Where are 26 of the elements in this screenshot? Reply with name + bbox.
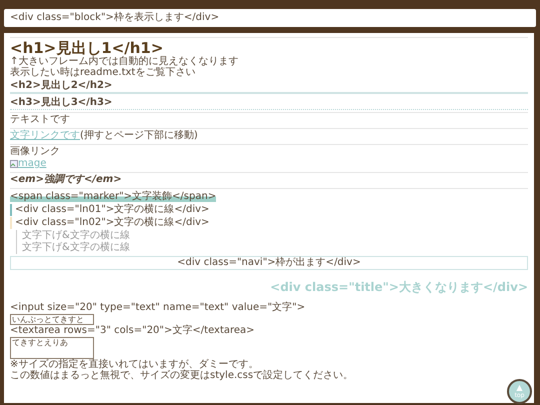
- ln01-text: <div class="ln01">文字の横に線</div>: [10, 204, 528, 216]
- navi-box: <div class="navi">枠が出ます</div>: [10, 256, 528, 270]
- heading-1: <h1>見出し1</h1>: [10, 40, 164, 56]
- image-alt-link[interactable]: mage: [18, 158, 46, 170]
- heading-3: <h3>見出し3</h3>: [10, 96, 528, 110]
- up-arrow-icon: ▲: [516, 384, 523, 392]
- indented-text: 文字下げ&文字の横に線: [22, 242, 131, 254]
- input-code-text: <input size="20" type="text" name="text" value="文字">: [10, 302, 306, 314]
- body-text: テキストです: [10, 114, 71, 126]
- emphasis-text: <em>強調です</em>: [10, 174, 123, 186]
- note-text: 表示したい時はreadme.txtをご覧下さい: [10, 67, 196, 78]
- ln02-text: <div class="ln02">文字の横に線</div>: [10, 217, 528, 229]
- link-note: (押すとページ下部に移動): [80, 130, 198, 142]
- text-link[interactable]: 文字リンクです: [10, 130, 80, 142]
- large-title: <div class="title">大きくなります</div>: [269, 280, 528, 294]
- textarea-code-text: <textarea rows="3" cols="20">文字</textarea>: [10, 325, 256, 337]
- heading-2: <h2>見出し2</h2>: [10, 79, 528, 94]
- text-input-field[interactable]: いんぷっとてきすと: [10, 314, 94, 325]
- note-text: この数値はまるっと無視で、サイズの変更はstyle.cssで設定してください。: [10, 370, 354, 381]
- image-link-label: 画像リンク: [10, 146, 61, 158]
- indented-text: 文字下げ&文字の横に線: [22, 230, 131, 242]
- note-text: ↑大きいフレーム内では自動的に見えなくなります: [10, 56, 240, 67]
- text-area-field[interactable]: てきすとえりあ: [10, 337, 94, 359]
- block-text: <div class="block">枠を表示します</div>: [4, 9, 536, 27]
- note-text: ※サイズの指定を直接いれてはいますが、ダミーです。: [10, 359, 260, 370]
- broken-image-icon[interactable]: [10, 160, 18, 168]
